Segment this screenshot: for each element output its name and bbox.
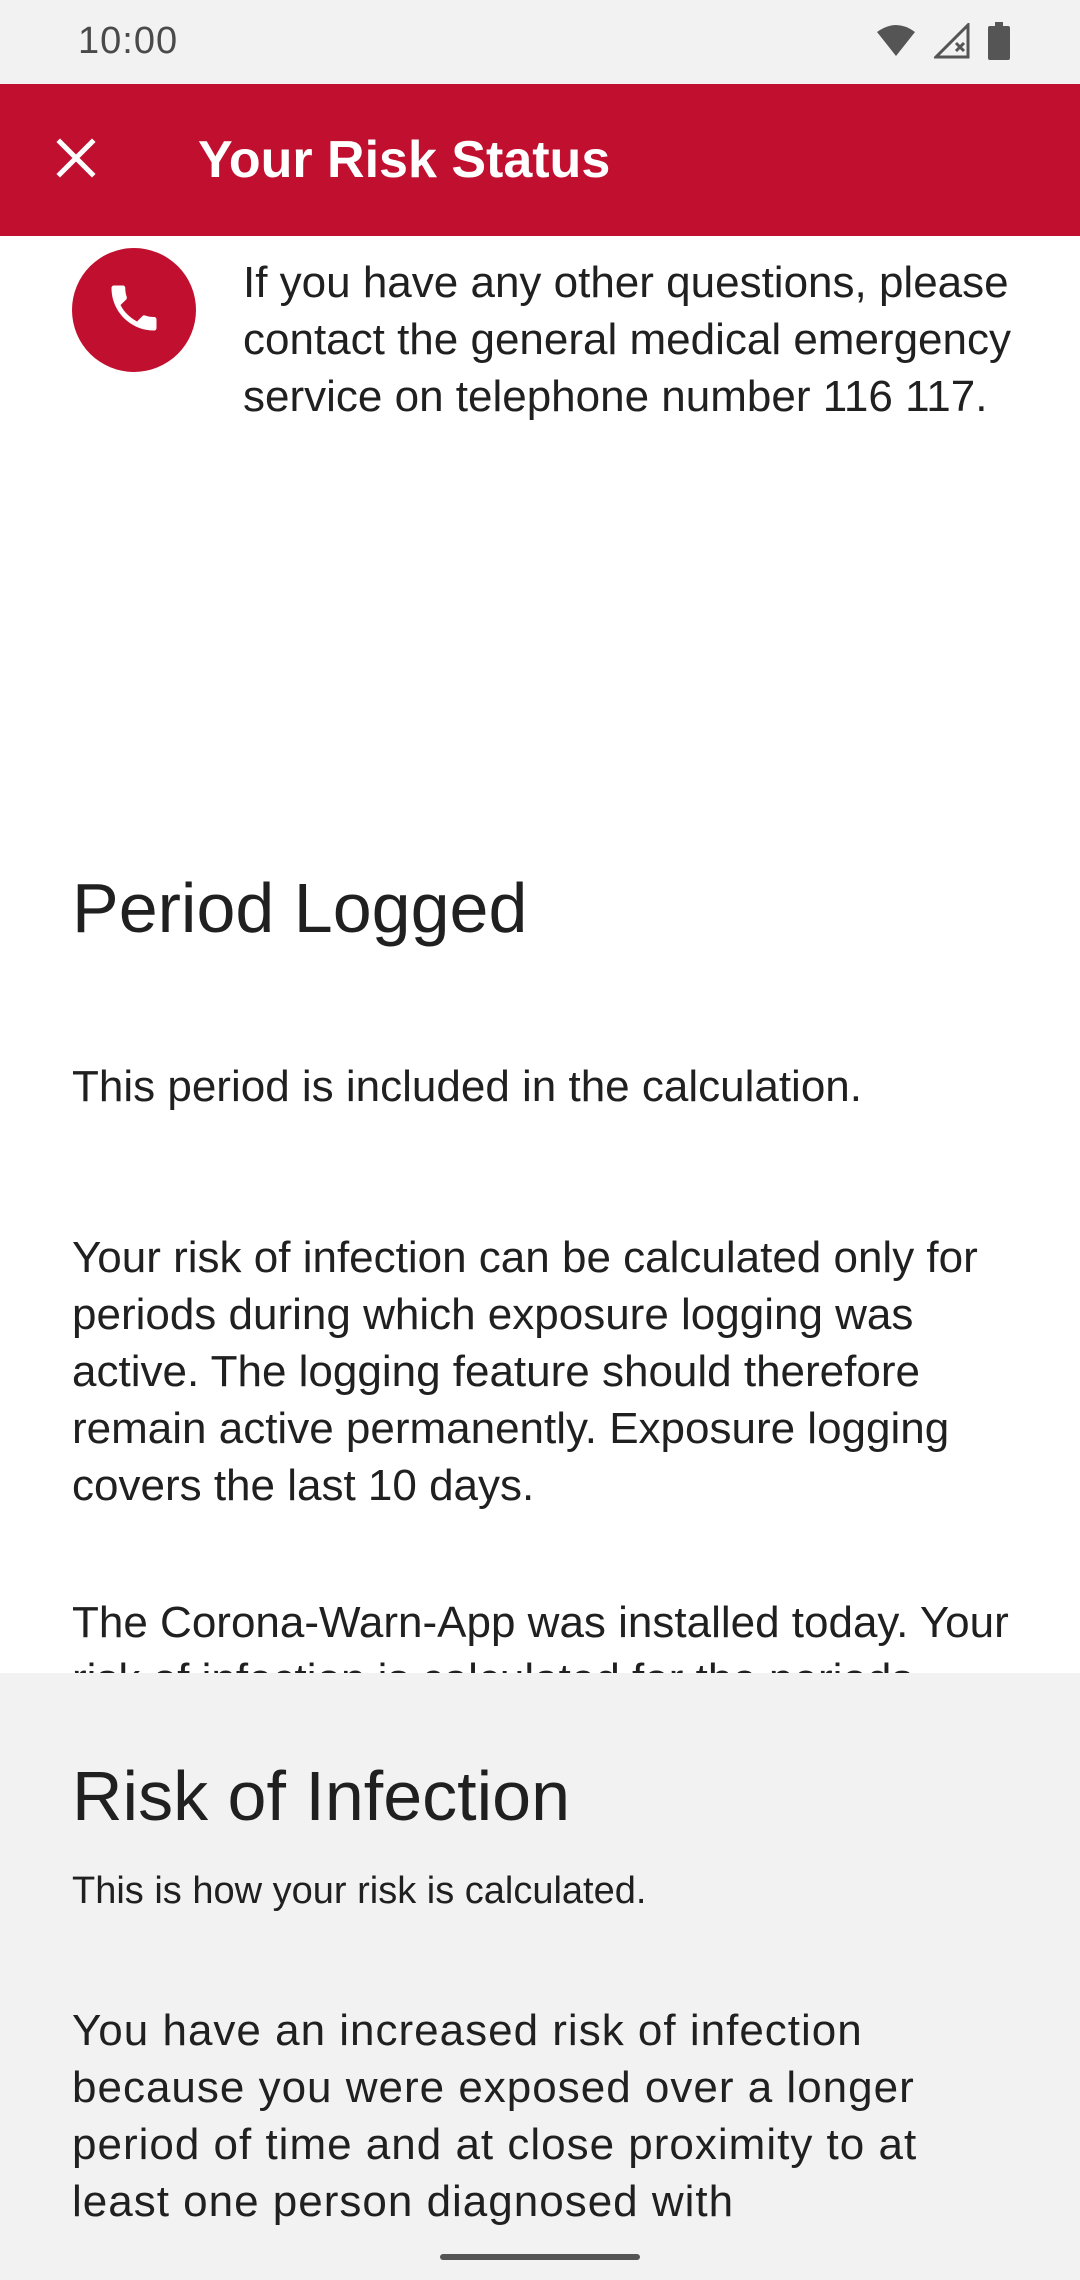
status-bar: 10:00 [0,0,1080,84]
phone-icon [104,278,164,343]
close-icon [56,137,96,183]
period-logged-title: Period Logged [72,869,528,947]
period-logged-paragraph-1: Your risk of infection can be calculated… [72,1233,978,1510]
status-time: 10:00 [78,20,179,62]
call-button[interactable] [72,248,196,372]
risk-of-infection-subtitle: This is how your risk is calculated. [72,1870,647,1912]
wifi-icon [876,24,916,63]
risk-of-infection-title: Risk of Infection [72,1757,570,1835]
app-bar: Your Risk Status [0,84,1080,236]
signal-icon [932,21,970,64]
risk-of-infection-paragraph: You have an increased risk of infection … [72,2006,918,2226]
status-icons [876,21,1010,65]
period-logged-subtitle: This period is included in the calculati… [72,1062,863,1111]
close-button[interactable] [38,122,114,198]
contact-row: If you have any other questions, please … [0,236,1080,576]
risk-of-infection-section: Risk of Infection This is how your risk … [0,1673,1080,2280]
home-indicator[interactable] [440,2254,640,2260]
contact-text: If you have any other questions, please … [243,258,1011,421]
page-title: Your Risk Status [198,131,611,189]
battery-icon [988,22,1010,65]
